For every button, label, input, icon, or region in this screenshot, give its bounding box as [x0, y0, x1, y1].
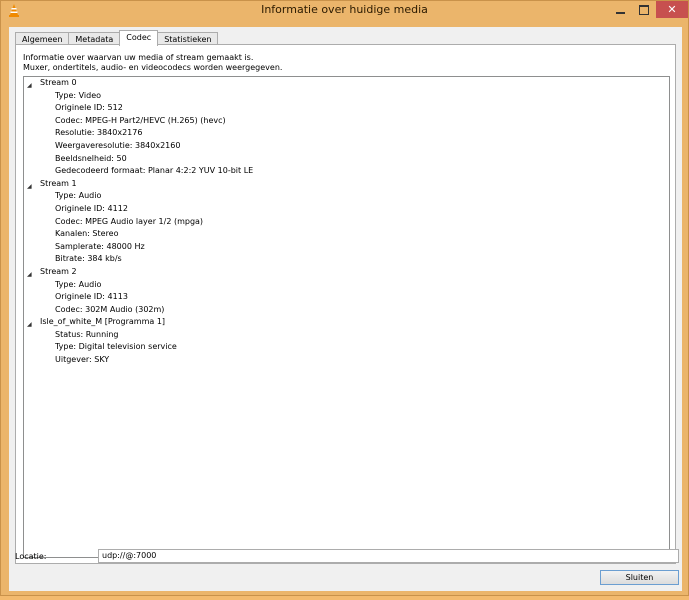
tree-leaf-label: Codec: 302M Audio (302m): [55, 304, 165, 314]
maximize-button[interactable]: [632, 1, 656, 18]
tree-group-node[interactable]: ◢ Stream 1: [24, 178, 669, 191]
tree-leaf-node[interactable]: Codec: MPEG-H Part2/HEVC (H.265) (hevc): [24, 115, 669, 128]
tree-leaf-node[interactable]: Bitrate: 384 kb/s: [24, 253, 669, 266]
tree-group-label: Isle_of_white_M [Programma 1]: [40, 317, 166, 327]
tree-group-node[interactable]: ◢ Isle_of_white_M [Programma 1]: [24, 316, 669, 329]
tree-leaf-node[interactable]: Type: Audio: [24, 279, 669, 292]
title-bar[interactable]: Informatie over huidige media ✕: [1, 1, 688, 21]
tree-leaf-node[interactable]: Type: Video: [24, 90, 669, 103]
tree-leaf-label: Originele ID: 4113: [55, 292, 128, 302]
tree-leaf-node[interactable]: Status: Running: [24, 329, 669, 342]
window-title: Informatie over huidige media: [261, 3, 428, 16]
minimize-icon: [615, 11, 625, 14]
tree-leaf-label: Status: Running: [55, 329, 119, 339]
tree-leaf-label: Codec: MPEG Audio layer 1/2 (mpga): [55, 216, 204, 226]
tree-leaf-label: Weergaveresolutie: 3840x2160: [55, 140, 181, 150]
tree-group-node[interactable]: ◢ Stream 2: [24, 266, 669, 279]
tree-leaf-node[interactable]: Beeldsnelheid: 50: [24, 153, 669, 166]
tree-leaf-node[interactable]: Kanalen: Stereo: [24, 228, 669, 241]
dialog-client-area: Algemeen Metadata Codec Statistieken Inf…: [9, 27, 682, 591]
tree-leaf-node[interactable]: Uitgever: SKY: [24, 354, 669, 367]
minimize-button[interactable]: [608, 1, 632, 18]
tree-leaf-label: Originele ID: 4112: [55, 203, 128, 213]
codec-tree[interactable]: ◢ Stream 0 Type: Video Originele ID: 512 Cod…: [23, 76, 670, 558]
tree-leaf-node[interactable]: Weergaveresolutie: 3840x2160: [24, 140, 669, 153]
tree-leaf-node[interactable]: Samplerate: 48000 Hz: [24, 241, 669, 254]
tree-leaf-label: Gedecodeerd formaat: Planar 4:2:2 YUV 10…: [55, 166, 254, 176]
tree-leaf-label: Kanalen: Stereo: [55, 229, 119, 239]
tree-group-node[interactable]: ◢ Stream 0: [24, 77, 669, 90]
tree-leaf-node[interactable]: Codec: 302M Audio (302m): [24, 304, 669, 317]
tree-node-list: ◢ Stream 0 Type: Video Originele ID: 512 Cod…: [24, 77, 669, 367]
tree-leaf-node[interactable]: Originele ID: 4113: [24, 291, 669, 304]
tree-leaf-label: Type: Digital television service: [55, 342, 177, 352]
tree-leaf-node[interactable]: Gedecodeerd formaat: Planar 4:2:2 YUV 10…: [24, 165, 669, 178]
tree-leaf-node[interactable]: Type: Audio: [24, 190, 669, 203]
tree-leaf-node[interactable]: Originele ID: 512: [24, 102, 669, 115]
tree-group-label: Stream 0: [40, 78, 77, 87]
close-button[interactable]: Sluiten: [600, 570, 679, 585]
codec-panel: Informatie over waarvan uw media of stre…: [15, 44, 676, 564]
tab-bar: Algemeen Metadata Codec Statistieken: [15, 30, 219, 46]
tree-leaf-label: Codec: MPEG-H Part2/HEVC (H.265) (hevc): [55, 115, 226, 125]
tree-leaf-label: Originele ID: 512: [55, 103, 123, 113]
location-field[interactable]: udp://@:7000: [98, 549, 679, 563]
tree-leaf-label: Samplerate: 48000 Hz: [55, 241, 145, 251]
tree-leaf-node[interactable]: Resolutie: 3840x2176: [24, 127, 669, 140]
location-label: Locatie:: [15, 552, 47, 561]
tree-leaf-label: Bitrate: 384 kb/s: [55, 254, 122, 264]
tree-leaf-label: Type: Audio: [55, 279, 102, 289]
tree-leaf-label: Type: Video: [55, 90, 102, 100]
maximize-icon: [639, 4, 649, 15]
codec-description: Informatie over waarvan uw media of stre…: [23, 53, 282, 73]
tree-leaf-node[interactable]: Codec: MPEG Audio layer 1/2 (mpga): [24, 216, 669, 229]
close-window-button[interactable]: ✕: [656, 1, 688, 18]
tree-leaf-label: Type: Audio: [55, 191, 102, 201]
tree-leaf-label: Beeldsnelheid: 50: [55, 153, 127, 163]
tree-group-label: Stream 2: [40, 266, 77, 276]
tab-codec[interactable]: Codec: [119, 30, 159, 46]
tree-leaf-node[interactable]: Type: Digital television service: [24, 341, 669, 354]
description-line: Informatie over waarvan uw media of stre…: [23, 53, 254, 62]
tree-leaf-label: Resolutie: 3840x2176: [55, 128, 143, 138]
tree-group-label: Stream 1: [40, 178, 77, 188]
tree-leaf-node[interactable]: Originele ID: 4112: [24, 203, 669, 216]
media-info-window: Informatie over huidige media ✕ Algemeen…: [0, 0, 689, 596]
tree-leaf-label: Uitgever: SKY: [55, 355, 110, 365]
description-line: Muxer, ondertitels, audio- en videocodec…: [23, 63, 283, 72]
